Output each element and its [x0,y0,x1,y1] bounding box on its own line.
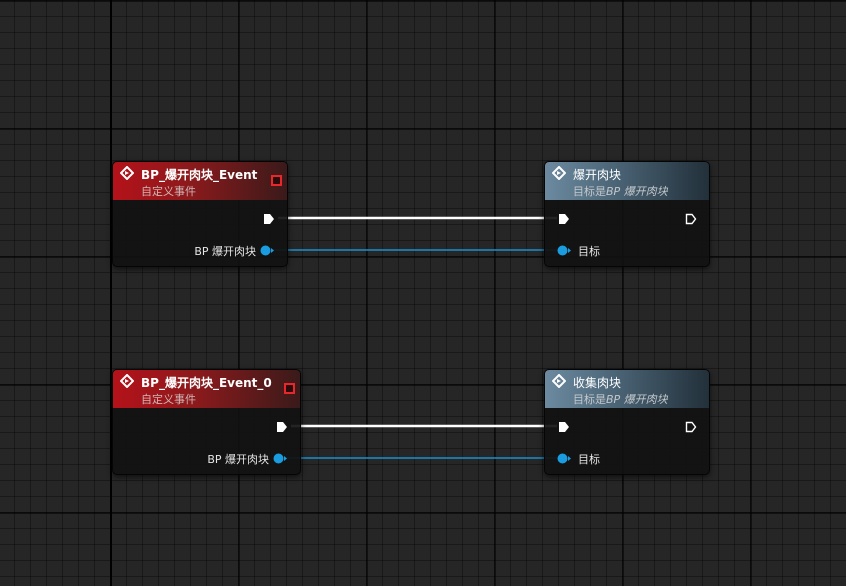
output-pin-label: BP 爆开肉块 [207,453,269,466]
exec-pin-icon[interactable] [276,421,288,433]
exec-out-pin-icon[interactable] [685,421,697,433]
graph-origin-line [110,0,112,586]
exec-pin-icon[interactable] [558,421,570,433]
function-node-2[interactable]: 收集肉块 目标是BP 爆开肉块 目标 [544,369,710,475]
exec-pin-icon[interactable] [263,213,275,225]
node-header[interactable]: 收集肉块 目标是BP 爆开肉块 [545,370,709,408]
delegate-pin-icon[interactable] [284,383,295,394]
node-header[interactable]: 爆开肉块 目标是BP 爆开肉块 [545,162,709,200]
node-subtitle: 目标是BP 爆开肉块 [573,183,668,199]
node-title: BP_爆开肉块_Event [141,168,258,182]
node-subtitle: 自定义事件 [141,393,196,406]
subtitle-target: BP 爆开肉块 [606,185,668,198]
custom-event-node-1[interactable]: BP_爆开肉块_Event 自定义事件 BP 爆开肉块 [112,161,288,267]
subtitle-prefix: 目标是 [573,393,606,406]
node-header[interactable]: BP_爆开肉块_Event_0 自定义事件 [113,370,300,408]
exec-pin-icon[interactable] [558,213,570,225]
event-icon [120,374,134,388]
node-subtitle: 自定义事件 [141,185,196,198]
object-pin-icon[interactable] [273,453,287,464]
function-icon [552,166,566,180]
custom-event-node-2[interactable]: BP_爆开肉块_Event_0 自定义事件 BP 爆开肉块 [112,369,301,475]
node-subtitle: 目标是BP 爆开肉块 [573,391,668,407]
exec-out-pin-icon[interactable] [685,213,697,225]
subtitle-target: BP 爆开肉块 [606,393,668,406]
event-icon [120,166,134,180]
output-pin-label: BP 爆开肉块 [194,245,256,258]
function-node-1[interactable]: 爆开肉块 目标是BP 爆开肉块 目标 [544,161,710,267]
node-title: BP_爆开肉块_Event_0 [141,376,272,390]
object-pin-icon[interactable] [557,453,571,464]
object-pin-icon[interactable] [557,245,571,256]
input-pin-label: 目标 [578,453,600,466]
subtitle-prefix: 目标是 [573,185,606,198]
node-title: 爆开肉块 [573,168,622,182]
node-header[interactable]: BP_爆开肉块_Event 自定义事件 [113,162,287,200]
input-pin-label: 目标 [578,245,600,258]
object-pin-icon[interactable] [260,245,274,256]
delegate-pin-icon[interactable] [271,175,282,186]
node-title: 收集肉块 [573,376,622,390]
function-icon [552,374,566,388]
wires-layer [272,216,560,459]
blueprint-graph-canvas[interactable]: BP_爆开肉块_Event 自定义事件 BP 爆开肉块 爆开肉块 目标是BP 爆… [0,0,846,586]
